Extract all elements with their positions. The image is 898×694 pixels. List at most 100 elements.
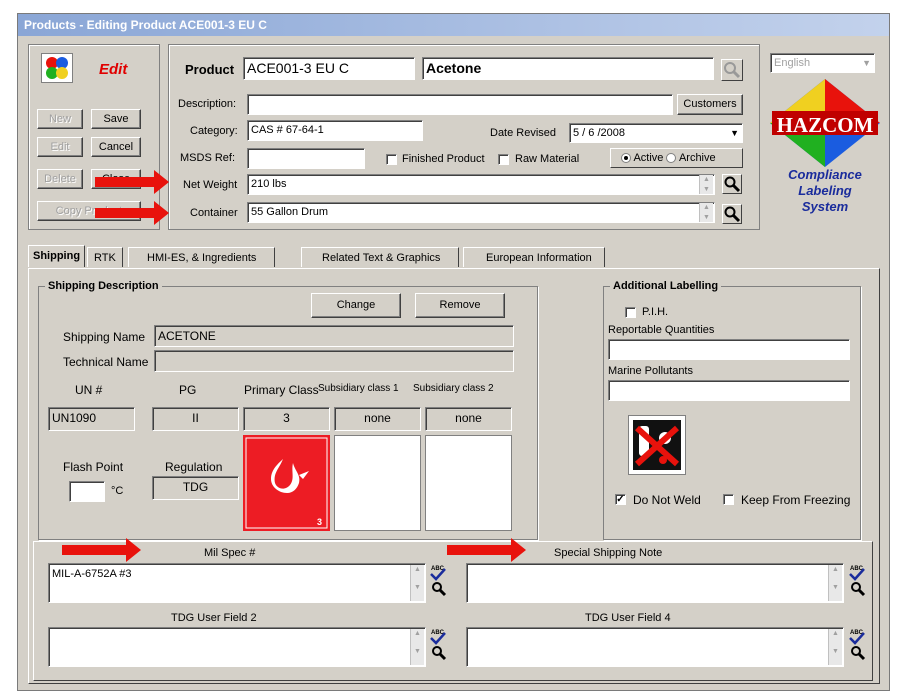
container-field[interactable]: 55 Gallon Drum (247, 202, 715, 223)
technical-name-field[interactable] (154, 350, 514, 372)
shipping-name-label: Shipping Name (63, 330, 146, 344)
category-field[interactable]: CAS # 67-64-1 (247, 120, 423, 141)
msds-field[interactable] (247, 148, 365, 169)
spellcheck-icon: ABC (430, 630, 447, 661)
edit-button[interactable]: Edit (37, 137, 83, 157)
regulation-field[interactable]: TDG (152, 476, 239, 500)
hazcom-logo: HAZCOM Compliance Labeling System (770, 79, 880, 227)
search-icon (724, 176, 741, 193)
mil-spec-spellcheck-button[interactable]: ABC (429, 563, 447, 597)
flash-point-field[interactable] (69, 481, 105, 502)
keep-from-freezing-checkbox[interactable] (723, 494, 734, 505)
date-revised-label: Date Revised (490, 127, 557, 139)
reportable-quantities-label: Reportable Quantities (608, 324, 715, 336)
do-not-weld-checkbox[interactable]: ✓ (615, 494, 626, 505)
finished-product-label: Finished Product (402, 153, 485, 165)
tdg-user-field-2-label: TDG User Field 2 (171, 612, 257, 624)
msds-label: MSDS Ref: (180, 152, 236, 164)
annotation-arrow-net-weight (95, 170, 169, 194)
tdg-user-field-2[interactable] (48, 627, 426, 667)
product-search-button[interactable] (721, 59, 743, 81)
net-weight-scrollbar[interactable]: ▲ ▼ (699, 175, 713, 194)
tab-shipping[interactable]: Shipping (28, 245, 86, 267)
mil-spec-field[interactable]: MIL-A-6752A #3 (48, 563, 426, 603)
logo-line3: System (801, 199, 849, 214)
container-search-button[interactable] (722, 204, 742, 224)
active-radio[interactable] (621, 153, 631, 164)
archive-radio[interactable] (666, 153, 677, 164)
raw-material-checkbox[interactable] (498, 154, 509, 165)
additional-labelling-title: Additional Labelling (610, 280, 722, 292)
container-scrollbar[interactable]: ▲ ▼ (699, 203, 713, 222)
tdg-user-field-2-scrollbar[interactable]: ▲ ▼ (410, 629, 424, 665)
toolbar-panel: Edit New Save Edit Cancel Delete Close C… (28, 44, 160, 230)
tab-european[interactable]: European Information (463, 247, 605, 267)
un-label: UN # (75, 383, 103, 397)
special-shipping-note-label: Special Shipping Note (554, 547, 663, 559)
change-button[interactable]: Change (311, 293, 401, 318)
annotation-arrow-container (95, 201, 169, 225)
search-icon (724, 206, 741, 223)
tdg-user-field-4[interactable] (466, 627, 844, 667)
subsidiary-class-1-label: Subsidiary class 1 (318, 383, 399, 394)
tdg2-spellcheck-button[interactable]: ABC (429, 627, 447, 661)
remove-button[interactable]: Remove (415, 293, 505, 318)
search-icon (724, 62, 741, 79)
special-note-spellcheck-button[interactable]: ABC (848, 563, 866, 597)
language-select[interactable]: English ▼ (770, 53, 875, 73)
tdg4-spellcheck-button[interactable]: ABC (848, 627, 866, 661)
keep-from-freezing-label: Keep From Freezing (741, 493, 851, 507)
subsidiary-class-2-field[interactable]: none (425, 407, 512, 431)
un-field[interactable]: UN1090 (48, 407, 135, 431)
spellcheck-icon: ABC (849, 630, 866, 661)
subsidiary-class-2-label: Subsidiary class 2 (413, 383, 494, 394)
mil-spec-scrollbar[interactable]: ▲ ▼ (410, 565, 424, 601)
description-label: Description: (178, 98, 237, 110)
primary-class-field[interactable]: 3 (243, 407, 330, 431)
date-revised-field[interactable]: 5 / 6 /2008 ▼ (569, 123, 743, 143)
shipping-description-title: Shipping Description (45, 280, 162, 292)
subsidiary-class-1-field[interactable]: none (334, 407, 421, 431)
annotation-arrow-mil-spec (62, 538, 141, 562)
tab-rtk[interactable]: RTK (87, 247, 123, 267)
subsidiary-placard-2 (425, 435, 512, 531)
shipping-name-field[interactable]: ACETONE (154, 325, 514, 347)
marine-pollutants-label: Marine Pollutants (608, 365, 693, 377)
save-button[interactable]: Save (91, 109, 141, 129)
chevron-down-icon[interactable]: ▼ (730, 124, 739, 142)
customers-button[interactable]: Customers (677, 94, 743, 115)
primary-class-label: Primary Class (244, 383, 319, 397)
tab-hmi[interactable]: HMI-ES, & Ingredients (128, 247, 276, 267)
net-weight-field[interactable]: 210 lbs (247, 174, 715, 195)
tdg-user-field-4-scrollbar[interactable]: ▲ ▼ (828, 629, 842, 665)
product-code-field[interactable]: ACE001-3 EU C (243, 57, 415, 80)
description-field[interactable] (247, 94, 673, 115)
logo-line2: Labeling (798, 183, 852, 198)
product-name-field[interactable]: Acetone (422, 57, 714, 80)
do-not-weld-label: Do Not Weld (633, 493, 701, 507)
technical-name-label: Technical Name (63, 355, 149, 369)
app-icon (41, 53, 73, 83)
net-weight-label: Net Weight (183, 179, 238, 191)
mil-spec-label: Mil Spec # (204, 547, 256, 559)
tdg-user-field-4-label: TDG User Field 4 (585, 612, 671, 624)
net-weight-search-button[interactable] (722, 174, 742, 194)
window-title: Products - Editing Product ACE001-3 EU C (18, 14, 889, 36)
pg-field[interactable]: II (152, 407, 239, 431)
reportable-quantities-field[interactable] (608, 339, 850, 360)
finished-product-checkbox[interactable] (386, 154, 397, 165)
pih-checkbox[interactable] (625, 307, 636, 318)
marine-pollutants-field[interactable] (608, 380, 850, 401)
active-label: Active (633, 152, 664, 164)
cancel-button[interactable]: Cancel (91, 137, 141, 157)
flash-point-label: Flash Point (63, 460, 124, 474)
delete-button[interactable]: Delete (37, 169, 83, 189)
product-window: Products - Editing Product ACE001-3 EU C… (17, 13, 890, 691)
new-button[interactable]: New (37, 109, 83, 129)
special-shipping-note-field[interactable] (466, 563, 844, 603)
product-label: Product (185, 62, 235, 77)
tab-related[interactable]: Related Text & Graphics (301, 247, 460, 267)
subsidiary-placard-1 (334, 435, 421, 531)
special-shipping-note-scrollbar[interactable]: ▲ ▼ (828, 565, 842, 601)
chevron-down-icon[interactable]: ▼ (862, 54, 871, 72)
